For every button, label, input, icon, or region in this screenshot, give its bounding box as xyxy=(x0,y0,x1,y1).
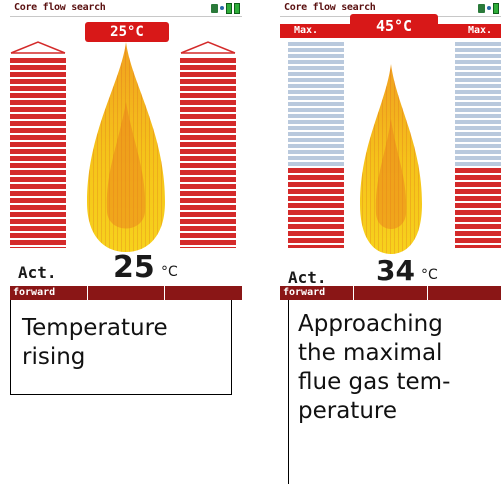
max-right-label: Max. xyxy=(468,25,493,36)
caption-border-right xyxy=(231,300,232,395)
left-temperature-bar xyxy=(10,40,66,248)
right-softkey[interactable] xyxy=(428,286,501,300)
bar-stack xyxy=(180,58,236,248)
actual-temperature-value: 34 xyxy=(376,254,415,287)
temperature-banner: 25°C xyxy=(85,22,169,42)
battery-icon xyxy=(226,2,232,14)
forward-softkey[interactable]: forward xyxy=(10,286,88,300)
right-temperature-bar xyxy=(455,42,501,248)
caption-line: Approaching xyxy=(298,311,443,337)
middle-softkey[interactable] xyxy=(354,286,428,300)
bar-stack xyxy=(10,58,66,248)
forward-softkey[interactable]: forward xyxy=(280,286,354,300)
device-screen-1: Core flow search 25°C Act. 25 °C forward xyxy=(10,0,242,300)
max-left-label: Max. xyxy=(294,25,319,36)
softkey-bar: forward xyxy=(280,286,501,300)
signal-icon xyxy=(487,6,491,10)
actual-label: Act. xyxy=(18,263,57,282)
actual-label: Act. xyxy=(288,268,327,287)
middle-softkey[interactable] xyxy=(88,286,166,300)
caption-line: the maximal xyxy=(298,340,443,366)
screen-title: Core flow search xyxy=(14,2,106,13)
flame-icon xyxy=(360,64,422,254)
right-temperature-bar xyxy=(180,40,236,248)
bar-filled-segment xyxy=(455,168,501,248)
caption-line: rising xyxy=(22,344,86,370)
bar-empty-segment xyxy=(455,42,501,166)
device-screen-2: Core flow search Max. Max. 45°C Act. 34 … xyxy=(280,0,501,300)
actual-temperature-unit: °C xyxy=(161,264,178,280)
bar-cap-icon xyxy=(10,41,66,54)
bar-filled-segment xyxy=(288,168,344,248)
caption-2: Approaching the maximal flue gas tem- pe… xyxy=(298,310,450,426)
caption-border-bottom xyxy=(10,394,232,395)
actual-temperature-unit: °C xyxy=(421,267,438,283)
softkey-bar: forward xyxy=(10,286,242,300)
caption-1: Temperature rising xyxy=(22,314,168,372)
right-softkey[interactable] xyxy=(165,286,242,300)
bar-empty-segment xyxy=(288,42,344,166)
caption-border-left xyxy=(10,300,11,395)
battery-icon xyxy=(493,2,499,14)
probe-icon xyxy=(478,3,485,13)
status-icons xyxy=(211,2,240,14)
caption-line: perature xyxy=(298,398,397,424)
caption-line: Temperature xyxy=(22,315,168,341)
probe-icon xyxy=(211,3,218,13)
screen-title: Core flow search xyxy=(284,2,376,13)
flame-icon xyxy=(87,42,165,252)
title-bar: Core flow search xyxy=(10,0,242,17)
signal-icon xyxy=(220,6,224,10)
bar-cap-icon xyxy=(180,41,236,54)
temperature-banner: 45°C xyxy=(350,14,438,38)
caption-line: flue gas tem- xyxy=(298,369,451,395)
caption-border-left xyxy=(288,300,289,484)
actual-temperature-value: 25 xyxy=(113,250,155,285)
status-icons xyxy=(478,2,499,14)
battery-icon xyxy=(234,2,240,14)
left-temperature-bar xyxy=(288,42,344,248)
